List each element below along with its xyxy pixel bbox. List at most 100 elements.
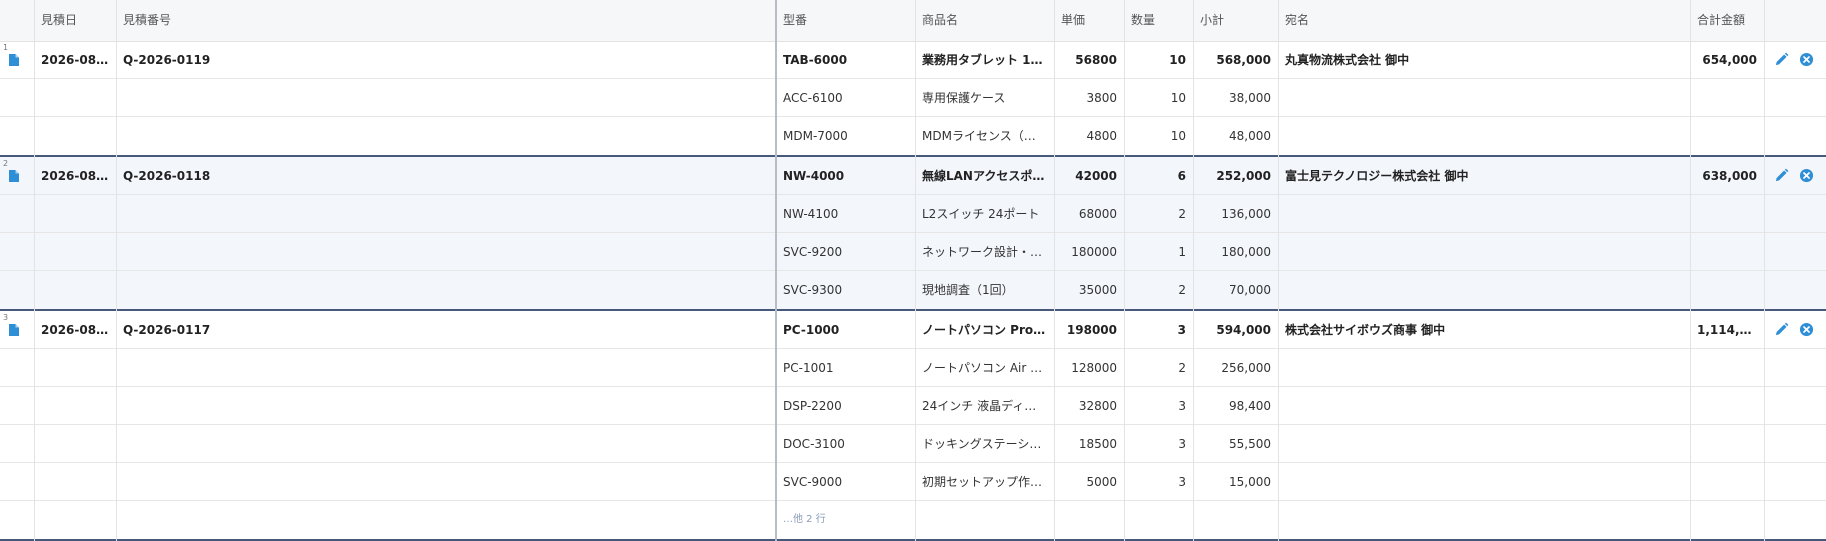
column-divider [116,0,117,541]
record-row[interactable]: NW-4000 無線LANアクセスポイント 42000 6 252,000 2 2026-0… [0,157,1826,311]
column-divider [1690,0,1691,541]
header-estimate-date[interactable]: 見積日 [34,0,116,41]
column-divider [1054,0,1055,541]
header-estimate-no[interactable]: 見積番号 [116,0,776,41]
model-cell: SVC-9000 [783,475,843,489]
product-cell: ノートパソコン Air 13インチ [922,361,1054,375]
table-row[interactable]: SVC-9000 初期セットアップ作業費 5000 3 15,000 [0,463,1826,501]
model-cell: MDM-7000 [783,129,848,143]
quantity-cell: 6 [1177,169,1186,183]
product-cell: ノートパソコン Pro 14インチ [922,323,1054,337]
model-cell: SVC-9200 [783,245,843,259]
model-cell: NW-4000 [783,169,845,183]
table-row[interactable]: SVC-9200 ネットワーク設計・構築 180000 1 180,000 [0,233,1826,271]
unit-price-cell: 68000 [1078,207,1117,221]
estimate-date-cell: 2026-08-05 [41,169,116,183]
product-cell: 無線LANアクセスポイント [922,169,1054,183]
product-cell: 現地調査（1回） [922,283,1014,297]
row-number: 3 [3,313,9,322]
document-icon[interactable] [9,170,19,182]
unit-price-cell: 180000 [1071,245,1117,259]
record-row[interactable]: PC-1000 ノートパソコン Pro 14インチ 198000 3 594,000 3 2… [0,311,1826,541]
product-cell: ネットワーク設計・構築 [922,245,1054,259]
header-model[interactable]: 型番 [776,0,915,41]
subtotal-cell: 48,000 [1229,129,1271,143]
quantity-cell: 2 [1178,361,1186,375]
table-row[interactable]: PC-1000 ノートパソコン Pro 14インチ 198000 3 594,000 3 2… [0,311,1826,349]
recipient-cell: 富士見テクノロジー株式会社 御中 [1285,169,1469,183]
unit-price-cell: 56800 [1075,53,1117,67]
unit-price-cell: 5000 [1086,475,1117,489]
estimate-no-cell: Q-2026-0118 [123,169,211,183]
subtotal-cell: 594,000 [1216,323,1271,337]
product-cell: 初期セットアップ作業費 [922,475,1054,489]
unit-price-cell: 198000 [1066,323,1117,337]
model-cell: NW-4100 [783,207,839,221]
column-divider [1764,0,1765,541]
unit-price-cell: 128000 [1071,361,1117,375]
document-icon[interactable] [9,54,19,66]
product-cell: L2スイッチ 24ポート [922,207,1040,221]
unit-price-cell: 4800 [1086,129,1117,143]
quantity-cell: 3 [1178,475,1186,489]
header-unit-price[interactable]: 単価 [1054,0,1124,41]
subtotal-cell: 568,000 [1216,53,1271,67]
close-circle-icon[interactable] [1799,168,1814,183]
quantity-cell: 10 [1170,129,1186,143]
header-subtotal[interactable]: 小計 [1193,0,1278,41]
close-circle-icon[interactable] [1799,52,1814,67]
model-cell: DOC-3100 [783,437,845,451]
record-row[interactable]: TAB-6000 業務用タブレット 10インチ 56800 10 568,000 1 202… [0,41,1826,157]
recipient-cell: 株式会社サイボウズ商事 御中 [1285,323,1446,337]
header-product[interactable]: 商品名 [915,0,1054,41]
product-cell: 業務用タブレット 10インチ [922,53,1054,67]
estimate-date-cell: 2026-08-04 [41,53,116,67]
pencil-icon[interactable] [1774,52,1789,67]
subtotal-cell: 55,500 [1229,437,1271,451]
estimate-date-cell: 2026-08-06 [41,323,116,337]
subtotal-cell: 180,000 [1221,245,1271,259]
subtotal-cell: 70,000 [1229,283,1271,297]
model-cell: DSP-2200 [783,399,842,413]
table-row[interactable]: ACC-6100 専用保護ケース 3800 10 38,000 [0,79,1826,117]
unit-price-cell: 35000 [1078,283,1117,297]
table-row[interactable]: PC-1001 ノートパソコン Air 13インチ 128000 2 256,000 [0,349,1826,387]
table-row[interactable]: TAB-6000 業務用タブレット 10インチ 56800 10 568,000 1 202… [0,41,1826,79]
unit-price-cell: 18500 [1078,437,1117,451]
table-header: 見積日 見積番号 型番 商品名 単価 数量 小計 宛名 合計金額 [0,0,1826,42]
header-quantity[interactable]: 数量 [1124,0,1193,41]
estimate-table: 見積日 見積番号 型番 商品名 単価 数量 小計 宛名 合計金額 TAB-600… [0,0,1826,541]
product-cell: ドッキングステーション [922,437,1054,451]
pencil-icon[interactable] [1774,168,1789,183]
header-total[interactable]: 合計金額 [1690,0,1764,41]
document-icon[interactable] [9,324,19,336]
close-circle-icon[interactable] [1799,322,1814,337]
pencil-icon[interactable] [1774,322,1789,337]
table-row[interactable]: DOC-3100 ドッキングステーション 18500 3 55,500 [0,425,1826,463]
column-divider [1278,0,1279,541]
column-divider [34,0,35,541]
total-cell: 638,000 [1702,169,1757,183]
table-row[interactable]: NW-4100 L2スイッチ 24ポート 68000 2 136,000 [0,195,1826,233]
model-cell: PC-1000 [783,323,840,337]
more-rows-link[interactable]: …他 2 行 [776,501,915,539]
column-divider [1193,0,1194,541]
column-divider [1124,0,1125,541]
header-recipient[interactable]: 宛名 [1278,0,1690,41]
table-row[interactable]: MDM-7000 MDMライセンス（年間） 4800 10 48,000 [0,117,1826,155]
unit-price-cell: 3800 [1086,91,1117,105]
quantity-cell: 1 [1178,245,1186,259]
model-cell: SVC-9300 [783,283,843,297]
quantity-cell: 2 [1178,207,1186,221]
unit-price-cell: 42000 [1075,169,1117,183]
more-rows-row[interactable]: …他 2 行 [0,501,1826,539]
table-row[interactable]: NW-4000 無線LANアクセスポイント 42000 6 252,000 2 2026-0… [0,157,1826,195]
subtotal-cell: 38,000 [1229,91,1271,105]
table-row[interactable]: SVC-9300 現地調査（1回） 35000 2 70,000 [0,271,1826,309]
total-cell: 654,000 [1702,53,1757,67]
quantity-cell: 3 [1178,399,1186,413]
product-cell: 24インチ 液晶ディスプレイ [922,399,1054,413]
model-cell: ACC-6100 [783,91,843,105]
table-row[interactable]: DSP-2200 24インチ 液晶ディスプレイ 32800 3 98,400 [0,387,1826,425]
product-cell: 専用保護ケース [922,91,1006,105]
